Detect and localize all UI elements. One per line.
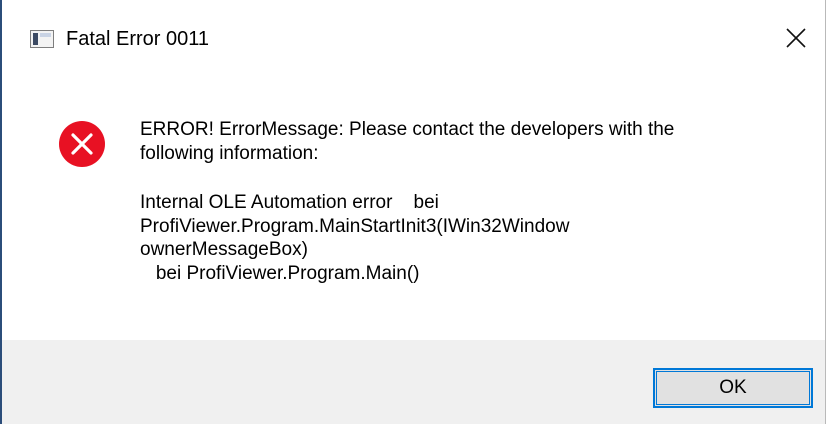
message-line: following information: [140,142,319,164]
application-window-icon [30,30,54,48]
error-dialog-window: Fatal Error 0011 ERROR! ErrorMessage: Pl… [0,0,826,424]
message-line: Internal OLE Automation error bei [140,192,439,213]
window-title: Fatal Error 0011 [66,28,210,50]
error-circle-x-icon [59,121,105,167]
title-bar[interactable]: Fatal Error 0011 [2,0,825,78]
error-message: ERROR! ErrorMessage: Please contact the … [140,118,800,285]
message-line: ownerMessageBox) [140,239,308,260]
ok-button[interactable]: OK [653,368,813,408]
message-line: ProfiViewer.Program.MainStartInit3(IWin3… [140,215,570,237]
dialog-footer: OK [2,340,825,424]
close-button[interactable] [767,14,825,62]
close-icon [786,28,806,48]
message-line: ERROR! ErrorMessage: Please contact the … [140,119,675,140]
dialog-content: ERROR! ErrorMessage: Please contact the … [2,78,825,340]
message-line: bei ProfiViewer.Program.Main() [140,262,420,284]
ok-button-label: OK [719,377,747,398]
